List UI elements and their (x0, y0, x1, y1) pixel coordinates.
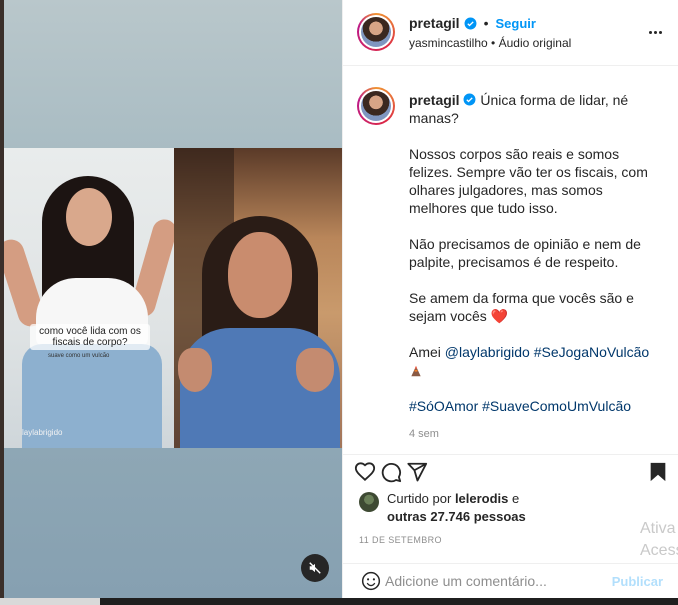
hashtag-link[interactable]: #SóOAmor (409, 398, 478, 414)
post-video[interactable]: como você lida com os fiscais de corpo? … (4, 0, 342, 598)
video-caption: como você lida com os fiscais de corpo? (30, 324, 150, 350)
mute-button[interactable] (301, 554, 329, 582)
verified-badge-icon (464, 93, 476, 106)
bookmark-icon[interactable] (647, 461, 669, 483)
comment-input[interactable] (385, 569, 605, 593)
post-details-panel: pretagil • Seguir yasmincastilho • Áudio… (342, 0, 678, 598)
person-face (228, 232, 292, 318)
author-line: pretagil • Seguir (409, 15, 536, 31)
hashtag-link[interactable]: #SuaveComoUmVulcão (482, 398, 631, 414)
likes-text: Curtido por lelerodis e outras 27.746 pe… (387, 490, 587, 526)
caption-p4: Se amem da forma que vocês são e sejam v… (409, 290, 634, 324)
comment-username[interactable]: pretagil (409, 92, 460, 108)
caption-p3: Não precisamos de opinião e nem de palpi… (409, 236, 641, 270)
post-date[interactable]: 11 DE SETEMBRO (359, 535, 442, 545)
comment-author-avatar[interactable] (357, 87, 395, 125)
follow-button[interactable]: Seguir (495, 16, 535, 31)
video-right-clip (174, 148, 342, 448)
author-username[interactable]: pretagil (409, 15, 460, 31)
audio-separator: • (491, 36, 499, 50)
paper-plane-icon[interactable] (406, 461, 428, 483)
video-caption-sub: suave como um vulcão (48, 353, 110, 359)
hashtag-link[interactable]: #SeJogaNoVulcão (534, 344, 649, 360)
caption-p2: Nossos corpos são reais e somos felizes.… (409, 146, 648, 216)
heart-emoji: ❤️ (490, 308, 509, 324)
activation-line-2: Acess (640, 542, 678, 559)
comment-icon[interactable] (380, 461, 402, 483)
audio-label[interactable]: Áudio original (499, 36, 572, 50)
liker-username[interactable]: lelerodis (455, 491, 508, 506)
muted-speaker-icon (309, 562, 321, 574)
caption-text: pretagil Única forma de lidar, né manas?… (409, 91, 659, 443)
caption-section: pretagil Única forma de lidar, né manas?… (343, 67, 678, 453)
likes-count[interactable]: outras 27.746 pessoas (387, 509, 526, 524)
bottom-edge-highlight (0, 598, 100, 605)
liked-by-prefix: Curtido por (387, 491, 452, 506)
instagram-post-view: como você lida com os fiscais de corpo? … (0, 0, 678, 605)
person-hand (296, 348, 334, 392)
mention-link[interactable]: @laylabrigido (445, 344, 530, 360)
video-watermark: laylabrigido (22, 428, 63, 437)
action-bar (343, 454, 678, 486)
smiley-icon[interactable] (361, 571, 381, 591)
caption-amei: Amei (409, 344, 441, 360)
video-left-clip: como você lida com os fiscais de corpo? … (4, 148, 174, 448)
more-options-icon[interactable] (649, 24, 663, 40)
publish-button[interactable]: Publicar (612, 574, 663, 589)
likes-connector: e (512, 491, 520, 506)
author-avatar[interactable] (357, 13, 395, 51)
activation-line-1: Ativa (640, 520, 676, 537)
separator-dot: • (483, 15, 489, 31)
person-hand (178, 348, 212, 392)
verified-badge-icon (464, 17, 477, 29)
add-comment-bar: Publicar (343, 563, 678, 598)
audio-line: yasmincastilho • Áudio original (409, 36, 571, 50)
caption-timestamp[interactable]: 4 sem (409, 425, 659, 443)
person-face (66, 188, 112, 246)
volcano-emoji-icon (411, 366, 421, 377)
heart-icon[interactable] (354, 461, 376, 483)
audio-user[interactable]: yasmincastilho (409, 36, 488, 50)
bottom-edge (0, 598, 678, 605)
post-header: pretagil • Seguir yasmincastilho • Áudio… (343, 0, 678, 66)
os-activation-overlay: Ativa Acess (640, 518, 678, 562)
liker-avatar[interactable] (359, 492, 379, 512)
